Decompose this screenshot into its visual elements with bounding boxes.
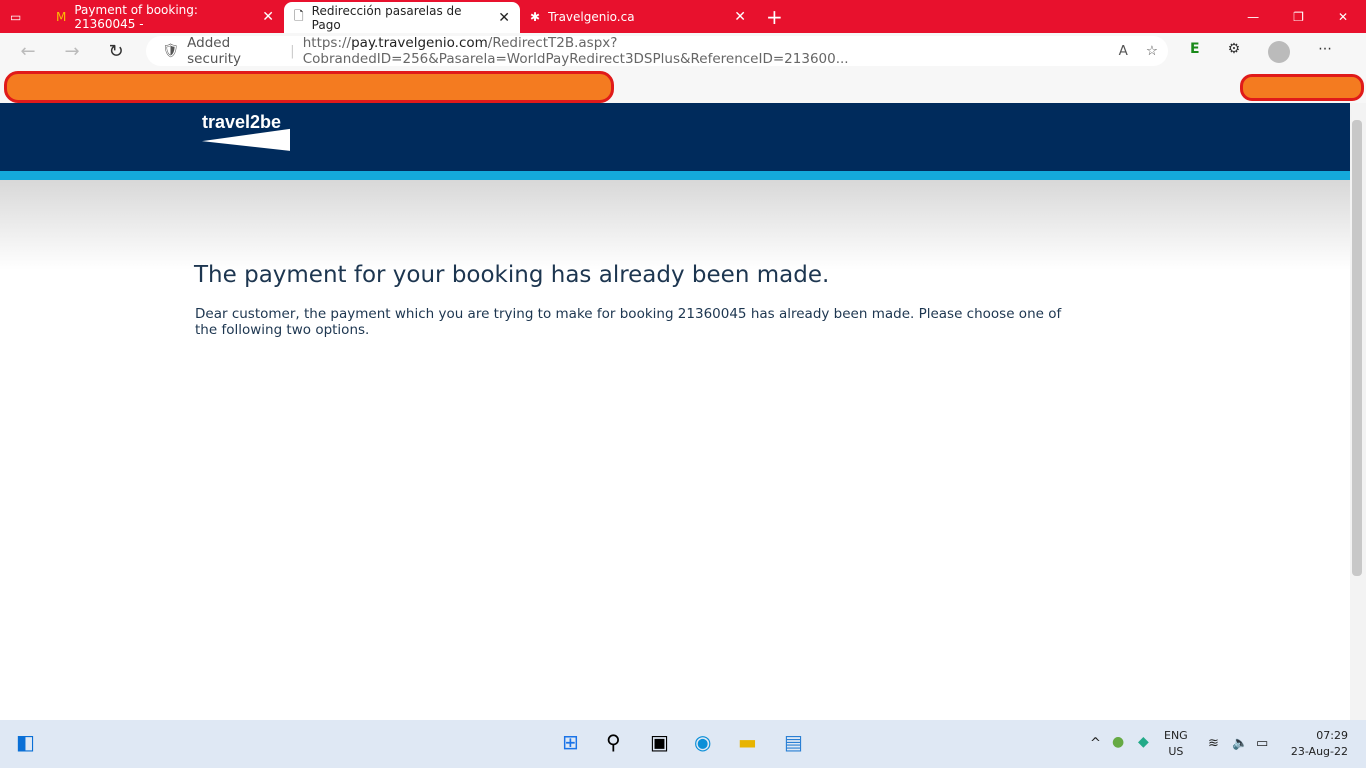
scrollbar-thumb[interactable] bbox=[1352, 120, 1362, 576]
lang: ENG bbox=[1164, 729, 1188, 742]
read-aloud-icon[interactable]: A bbox=[1119, 43, 1128, 59]
redaction bbox=[1240, 74, 1364, 101]
tab-label: Travelgenio.ca bbox=[548, 9, 635, 24]
show-hidden-icons[interactable]: ^ bbox=[1090, 736, 1101, 752]
url-prefix: https:// bbox=[302, 35, 352, 51]
tab-travelgenio[interactable]: ✱ Travelgenio.ca ✕ bbox=[520, 0, 756, 33]
travel2be-logo[interactable]: travel2be bbox=[202, 112, 290, 164]
page-title: The payment for your booking has already… bbox=[194, 262, 830, 288]
restore-icon[interactable]: ❐ bbox=[1293, 10, 1304, 24]
tab-actions-icon: ▭ bbox=[10, 9, 22, 24]
tab-label: Redirección pasarelas de Pago bbox=[311, 3, 462, 32]
tab-actions-button[interactable]: ▭ bbox=[0, 0, 46, 33]
window-controls: — ❐ ✕ bbox=[1237, 0, 1366, 33]
forward-button[interactable]: → bbox=[50, 41, 94, 62]
time: 07:29 bbox=[1316, 729, 1348, 742]
language-indicator[interactable]: ENG US bbox=[1164, 728, 1188, 760]
logo-text: travel2be bbox=[202, 112, 282, 132]
close-window-icon[interactable]: ✕ bbox=[1338, 10, 1348, 24]
close-tab-icon[interactable]: ✕ bbox=[498, 10, 510, 26]
page-message: Dear customer, the payment which you are… bbox=[195, 306, 1062, 338]
edge-icon[interactable]: ◉ bbox=[694, 730, 711, 754]
url[interactable]: https://pay.travelgenio.com/RedirectT2B.… bbox=[303, 35, 1111, 67]
file-explorer-icon[interactable]: ▬ bbox=[738, 730, 757, 754]
tab-payment[interactable]: M Payment of booking: 21360045 - ✕ bbox=[46, 0, 284, 33]
notepad-icon[interactable]: ▤ bbox=[784, 730, 803, 754]
wifi-icon[interactable]: ≋ bbox=[1208, 736, 1219, 752]
widgets-icon[interactable]: ◧ bbox=[16, 730, 35, 754]
security-tray-icon[interactable]: ◆ bbox=[1138, 734, 1149, 750]
gmail-icon: M bbox=[56, 9, 67, 24]
minimize-icon[interactable]: — bbox=[1247, 10, 1259, 24]
extensions-icon[interactable]: ⚙ bbox=[1228, 41, 1241, 63]
clock[interactable]: 07:29 23-Aug-22 bbox=[1286, 728, 1348, 760]
tab-redireccion[interactable]: 🗋 Redirección pasarelas de Pago ✕ bbox=[284, 2, 520, 33]
battery-icon[interactable]: ▭ bbox=[1256, 736, 1268, 752]
more-icon[interactable]: ⋯ bbox=[1318, 41, 1332, 63]
page-icon: 🗋 bbox=[294, 9, 304, 23]
new-tab-button[interactable]: + bbox=[756, 0, 793, 33]
tab-label: Payment of booking: 21360045 - bbox=[74, 2, 198, 31]
close-tab-icon[interactable]: ✕ bbox=[734, 9, 746, 25]
site-icon: ✱ bbox=[530, 9, 541, 24]
tray-app-icon[interactable]: ● bbox=[1112, 734, 1124, 750]
gradient-band bbox=[0, 180, 1350, 270]
security-label[interactable]: Added security bbox=[187, 35, 282, 67]
url-domain: pay.travelgenio.com bbox=[351, 35, 488, 51]
tab-bar: ▭ M Payment of booking: 21360045 - ✕ 🗋 Redi… bbox=[0, 0, 1366, 33]
close-tab-icon[interactable]: ✕ bbox=[262, 9, 274, 25]
address-bar[interactable]: 🛡 Added security | https://pay.travelgen… bbox=[146, 35, 1168, 67]
shield-icon: 🛡 bbox=[162, 43, 180, 59]
refresh-button[interactable]: ↻ bbox=[94, 41, 138, 62]
header-stripe bbox=[0, 171, 1350, 180]
task-view-icon[interactable]: ▣ bbox=[650, 730, 669, 754]
extension-icon[interactable]: E bbox=[1190, 41, 1200, 63]
favorite-icon[interactable]: ☆ bbox=[1146, 43, 1158, 59]
back-button[interactable]: ← bbox=[6, 41, 50, 62]
region: US bbox=[1168, 745, 1184, 758]
redaction bbox=[4, 71, 614, 103]
toolbar: ← → ↻ 🛡 Added security | https://pay.tra… bbox=[0, 33, 1366, 70]
volume-icon[interactable]: 🔈 bbox=[1232, 736, 1248, 752]
taskbar bbox=[0, 720, 1366, 768]
start-icon[interactable]: ⊞ bbox=[562, 730, 579, 754]
profile-avatar[interactable] bbox=[1268, 40, 1291, 63]
search-icon[interactable]: ⚲ bbox=[606, 730, 621, 754]
date: 23-Aug-22 bbox=[1290, 745, 1348, 758]
